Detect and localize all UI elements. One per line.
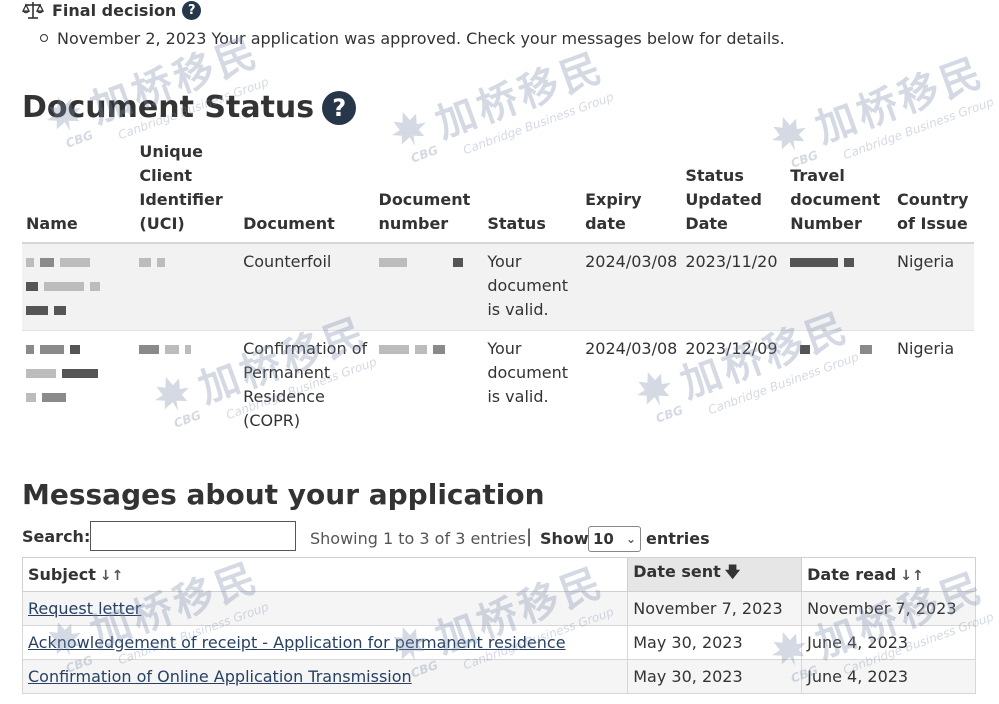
balance-scale-icon	[22, 2, 44, 19]
name-cell-redacted	[22, 242, 136, 331]
updated-cell: 2023/12/09	[681, 330, 787, 441]
document-cell: Counterfoil	[239, 242, 375, 331]
messages-heading: Messages about your application	[22, 478, 545, 511]
expiry-cell: 2024/03/08	[581, 242, 682, 331]
country-cell: Nigeria	[892, 242, 974, 331]
final-decision-title: Final decision	[52, 0, 177, 20]
bullet-icon	[40, 33, 48, 42]
message-link[interactable]: Request letter	[28, 599, 141, 618]
decision-text: November 2, 2023 Your application was ap…	[57, 29, 785, 48]
table-row: Acknowledgement of receipt - Application…	[21, 625, 976, 660]
watermark-cn: 加桥移民	[809, 49, 991, 153]
chevron-down-icon: ⌄	[625, 532, 636, 546]
decision-list-item: November 2, 2023 Your application was ap…	[40, 29, 785, 48]
separator: |	[526, 526, 533, 547]
table-row: Confirmation of Online Application Trans…	[21, 659, 976, 694]
subject-cell: Confirmation of Online Application Trans…	[21, 659, 629, 694]
date-read-cell: June 4, 2023	[801, 625, 976, 660]
question-circle-icon[interactable]: ?	[182, 0, 202, 20]
message-link[interactable]: Confirmation of Online Application Trans…	[28, 667, 412, 686]
message-link[interactable]: Acknowledgement of receipt - Application…	[28, 633, 566, 652]
date-sent-cell: November 7, 2023	[627, 591, 803, 626]
name-cell-redacted	[22, 330, 136, 441]
col-header-country: Country of Issue	[892, 140, 974, 244]
col-header-name: Name	[22, 140, 136, 244]
updated-cell: 2023/11/20	[681, 242, 787, 331]
subject-cell: Request letter	[21, 591, 629, 626]
table-header-row: Name Unique Client Identifier (UCI) Docu…	[22, 140, 974, 244]
table-row: Request letter November 7, 2023 November…	[21, 591, 976, 626]
col-header-subject[interactable]: Subject ↓↑	[21, 557, 629, 592]
sort-desc-arrow-icon: 🡇	[724, 563, 741, 581]
country-cell: Nigeria	[892, 330, 974, 441]
subject-header-label: Subject	[28, 565, 96, 584]
final-decision-heading: Final decision ?	[22, 0, 202, 20]
search-input[interactable]	[90, 521, 296, 551]
col-header-document: Document	[239, 140, 375, 244]
col-header-status: Status	[483, 140, 582, 244]
col-header-uci: Unique Client Identifier (UCI)	[135, 140, 240, 244]
question-circle-icon[interactable]: ?	[322, 90, 357, 125]
col-header-document-number: Document number	[374, 140, 484, 244]
entries-label: entries	[646, 529, 710, 548]
page-length-select[interactable]: 10 ⌄	[588, 526, 641, 552]
page-length-value: 10	[593, 530, 614, 548]
col-header-expiry: Expiry date	[581, 140, 682, 244]
date-read-header-label: Date read	[807, 565, 897, 584]
status-cell: Your document is valid.	[483, 242, 582, 331]
table-row: Counterfoil Your document is valid. 2024…	[22, 242, 974, 331]
entries-info: Showing 1 to 3 of 3 entries	[310, 529, 526, 548]
col-header-date-sent[interactable]: Date sent 🡇	[627, 557, 803, 592]
sort-both-icon: ↓↑	[900, 568, 924, 584]
messages-table: Subject ↓↑ Date sent 🡇 Date read ↓↑ Request…	[21, 557, 976, 694]
date-read-cell: June 4, 2023	[801, 659, 976, 694]
status-cell: Your document is valid.	[483, 330, 582, 441]
travel-cell-redacted	[786, 330, 893, 441]
uci-cell-redacted	[135, 242, 240, 331]
document-number-cell-redacted	[374, 242, 484, 331]
table-header-row: Subject ↓↑ Date sent 🡇 Date read ↓↑	[21, 557, 976, 592]
date-sent-header-label: Date sent	[633, 562, 721, 581]
document-number-cell-redacted	[374, 330, 484, 441]
document-cell: Confirmation of Permanent Residence (COP…	[239, 330, 375, 441]
show-label: Show	[540, 529, 589, 548]
date-sent-cell: May 30, 2023	[627, 659, 803, 694]
document-status-title: Document Status	[22, 90, 315, 125]
sort-both-icon: ↓↑	[99, 568, 124, 584]
expiry-cell: 2024/03/08	[581, 330, 682, 441]
uci-cell-redacted	[135, 330, 240, 441]
col-header-travel: Travel document Number	[786, 140, 893, 244]
col-header-updated: Status Updated Date	[681, 140, 787, 244]
document-status-heading: Document Status ?	[22, 90, 357, 125]
date-read-cell: November 7, 2023	[801, 591, 976, 626]
date-sent-cell: May 30, 2023	[627, 625, 803, 660]
table-row: Confirmation of Permanent Residence (COP…	[22, 330, 974, 441]
travel-cell-redacted	[786, 242, 893, 331]
col-header-date-read[interactable]: Date read ↓↑	[801, 557, 976, 592]
search-label: Search:	[22, 527, 91, 546]
watermark-cn: 加桥移民	[429, 44, 611, 148]
document-status-table: Name Unique Client Identifier (UCI) Docu…	[22, 140, 974, 441]
subject-cell: Acknowledgement of receipt - Application…	[21, 625, 629, 660]
